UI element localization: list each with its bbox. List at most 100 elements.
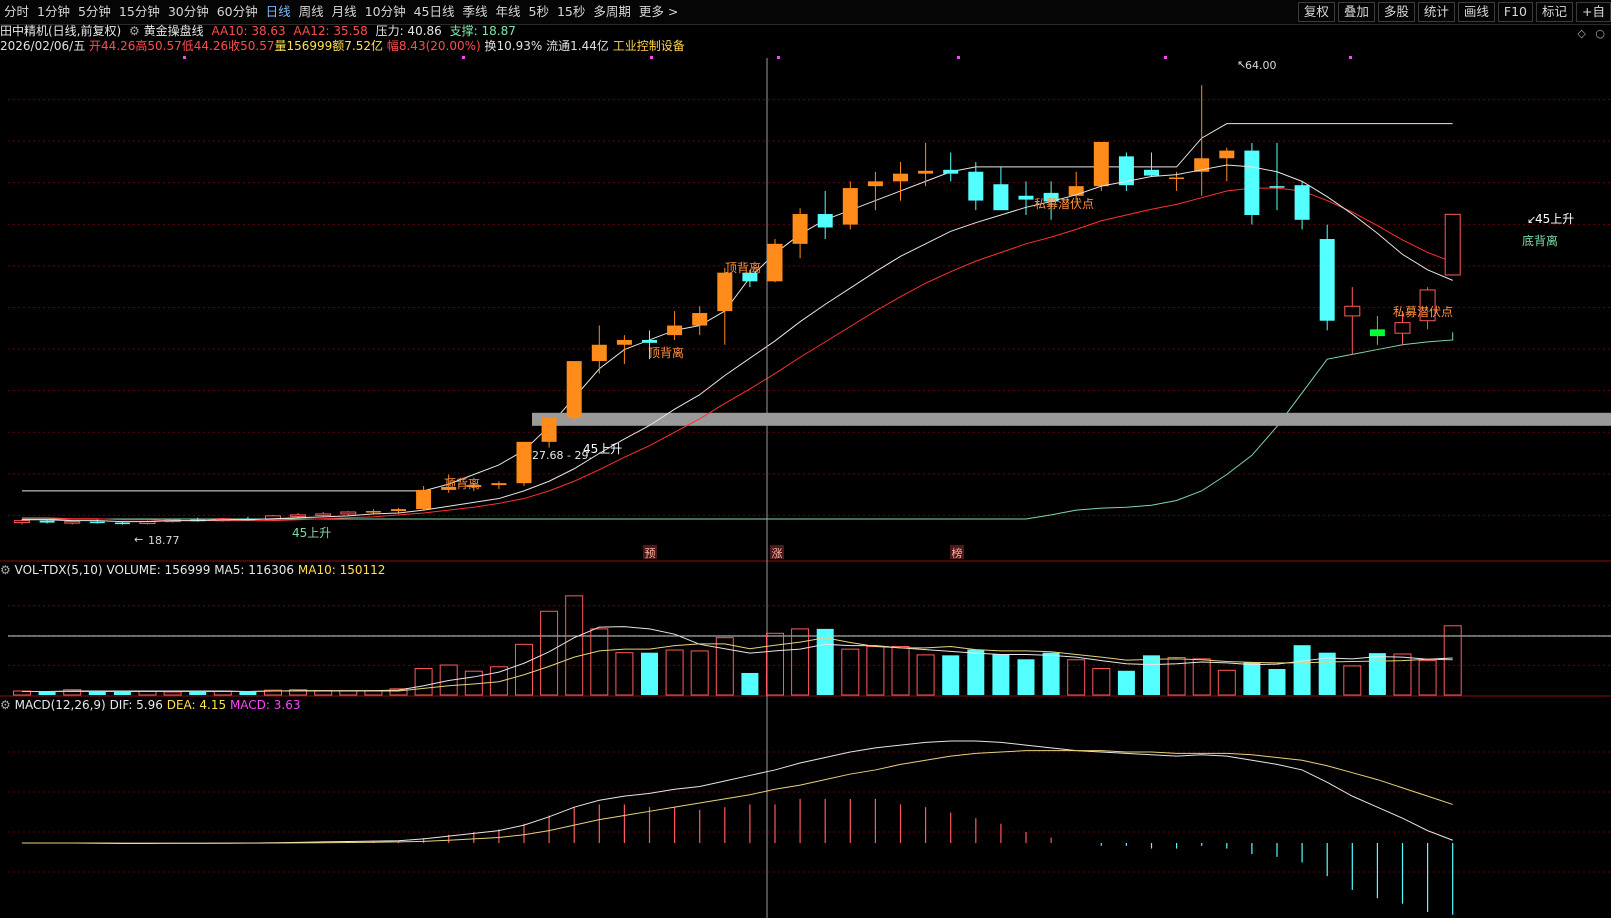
- volume-bar: [1243, 662, 1261, 695]
- candle-body: [89, 521, 105, 524]
- volume-bar: [1042, 652, 1060, 695]
- volume-bar: [891, 646, 910, 696]
- volume-bar: [138, 690, 157, 696]
- rise45-label: 45上升: [292, 526, 331, 540]
- candle-body: [767, 243, 783, 282]
- volume-bar: [741, 672, 759, 695]
- bottom-divergence-label: 底背离: [1522, 233, 1558, 248]
- volume-bar: [967, 649, 985, 695]
- volume-bar: [38, 691, 56, 695]
- candle-body: [1444, 213, 1461, 276]
- volume-ma10-line: [22, 637, 1453, 692]
- low-price-label: 18.77: [148, 534, 180, 547]
- candle-body: [893, 173, 908, 182]
- chart-canvas[interactable]: ↖64.00← 18.7727.68 - 29.45上升45上升↙45上升顶背离顶…: [0, 0, 1611, 918]
- low-marker-icon: ←: [134, 533, 143, 546]
- volume-bar: [615, 652, 634, 696]
- volume-bar: [916, 654, 935, 696]
- volume-bar: [641, 652, 658, 695]
- volume-bar: [63, 689, 82, 696]
- volume-bar: [715, 637, 734, 696]
- signal-dot: [1349, 56, 1352, 59]
- volume-bar: [515, 643, 533, 696]
- candle-body: [541, 417, 557, 442]
- volume-bar: [1017, 659, 1035, 695]
- candle-body: [1294, 185, 1310, 220]
- candle-body: [918, 170, 934, 174]
- candle-body: [1344, 305, 1361, 317]
- candle-body: [315, 513, 332, 516]
- candle-body: [1244, 150, 1260, 215]
- volume-bar: [489, 666, 508, 696]
- candle-body: [1144, 169, 1159, 176]
- candle-body: [817, 214, 833, 228]
- candle-body: [1369, 329, 1385, 337]
- event-tag-label: 榜: [952, 546, 963, 560]
- volume-bar: [992, 654, 1010, 695]
- volume-bar: [1192, 658, 1211, 696]
- signal-dot: [1164, 56, 1167, 59]
- volume-bar: [1217, 669, 1236, 696]
- event-tag-label: 预: [645, 547, 656, 560]
- candle-body: [616, 339, 632, 345]
- volume-bar: [163, 691, 182, 696]
- volume-bar: [766, 632, 784, 696]
- volume-bar: [565, 595, 584, 696]
- candle-body: [792, 214, 808, 244]
- rise45-label: 45上升: [1535, 212, 1574, 226]
- macd-dea-line: [22, 750, 1453, 844]
- candle-body: [114, 522, 130, 525]
- candle-body: [1319, 239, 1335, 321]
- candle-body: [1394, 322, 1411, 334]
- candle-body: [64, 521, 81, 524]
- volume-bar: [1092, 668, 1111, 696]
- volume-bar: [1418, 660, 1437, 696]
- candle-body: [1269, 186, 1285, 188]
- signal-dot: [183, 56, 186, 59]
- candle-body: [416, 489, 432, 510]
- top-divergence-label: 顶背离: [648, 345, 684, 360]
- candle-body: [365, 511, 381, 513]
- volume-bar: [866, 646, 885, 696]
- volume-bar: [540, 610, 559, 696]
- event-tag-label: 涨: [772, 547, 783, 560]
- candle-body: [717, 272, 733, 312]
- candle-body: [842, 188, 858, 225]
- candle-body: [566, 361, 582, 418]
- candle-body: [39, 520, 55, 523]
- price-band: [532, 412, 1611, 426]
- private-entry-label: 私募潜伏点: [1393, 305, 1453, 319]
- rise45-label: 45上升: [583, 442, 622, 456]
- volume-bar: [1343, 665, 1362, 696]
- volume-bar: [791, 628, 810, 696]
- volume-bar: [1368, 653, 1386, 695]
- signal-dot: [650, 56, 653, 59]
- candle-body: [642, 339, 657, 343]
- volume-bar: [414, 668, 433, 696]
- volume-bar: [690, 650, 709, 696]
- candle-body: [1093, 141, 1109, 187]
- candle-body: [14, 520, 30, 524]
- volume-bar: [1117, 670, 1135, 695]
- candle-body: [290, 514, 307, 517]
- top-divergence-label: 顶背离: [725, 260, 761, 275]
- aa12-line: [22, 187, 1453, 522]
- volume-bar: [841, 648, 860, 696]
- volume-bar: [1293, 645, 1311, 695]
- volume-bar: [339, 690, 358, 696]
- volume-bar: [942, 655, 960, 695]
- signal-dot: [462, 56, 465, 59]
- candle-body: [340, 511, 357, 515]
- volume-bar: [590, 628, 609, 696]
- volume-bar: [1268, 668, 1286, 695]
- signal-dot: [777, 56, 780, 59]
- aa10-line: [22, 164, 1453, 523]
- high-price-label: 64.00: [1245, 59, 1277, 72]
- candle-body: [1219, 150, 1235, 159]
- candle-body: [943, 169, 959, 174]
- candle-body: [516, 441, 532, 484]
- volume-bar: [1143, 655, 1160, 695]
- volume-bar: [88, 691, 106, 695]
- signal-dot: [957, 56, 960, 59]
- private-entry-label: 私募潜伏点: [1034, 197, 1094, 211]
